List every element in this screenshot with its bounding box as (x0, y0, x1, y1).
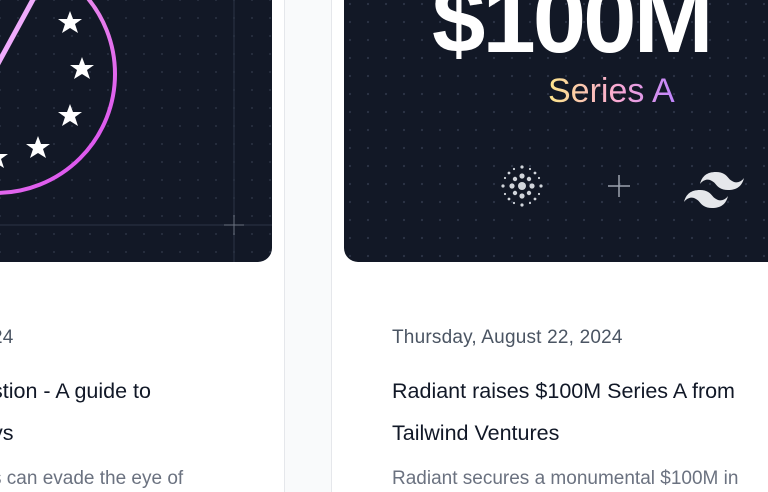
post-title[interactable]: Radiant raises $100M Series A from Tailw… (392, 370, 768, 454)
post-excerpt: s can evade the eye of (0, 468, 184, 489)
post-title-line: Tailwind Ventures (392, 421, 560, 445)
post-date: 24 (0, 327, 14, 348)
post-title-line: stion - A guide to (0, 379, 151, 403)
post-title-line: Radiant raises $100M Series A from (392, 379, 735, 403)
post-date: Thursday, August 22, 2024 (392, 327, 623, 348)
column-divider (284, 0, 332, 492)
right-card-text: Thursday, August 22, 2024 Radiant raises… (392, 0, 768, 492)
left-card-text: 24 stion - A guide to ys s can evade the… (0, 0, 284, 492)
blog-listing: 24 stion - A guide to ys s can evade the… (0, 0, 768, 492)
post-title[interactable]: stion - A guide to ys (0, 370, 282, 454)
post-excerpt: Radiant secures a monumental $100M in (392, 468, 739, 489)
post-title-line: ys (0, 421, 14, 445)
